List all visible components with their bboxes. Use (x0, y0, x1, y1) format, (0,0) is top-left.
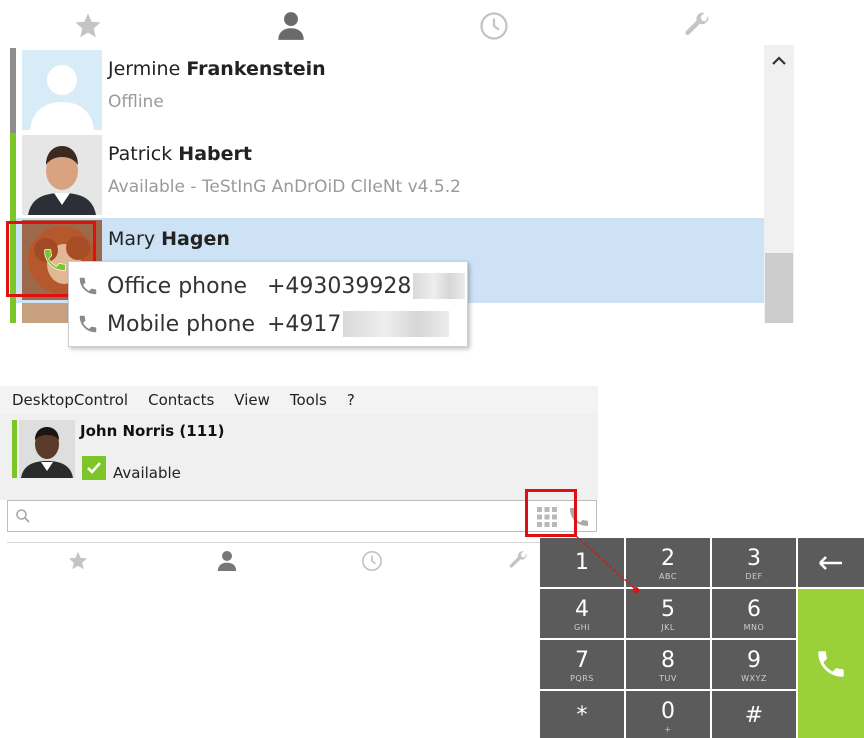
annotation-arrow (575, 535, 639, 593)
contact-photo (19, 420, 75, 478)
wrench-icon (685, 12, 709, 36)
avatar (22, 50, 102, 130)
key-digit: 5 (661, 597, 675, 622)
wrench-icon (509, 551, 527, 568)
redacted-digits (343, 311, 450, 337)
key-letters: GHI (573, 623, 591, 632)
contact-status: Offline (108, 92, 164, 112)
dial-key-3[interactable]: 3 DEF (712, 538, 796, 587)
phone-number: +4917 (267, 311, 342, 337)
status-bar (10, 48, 16, 133)
scroll-thumb[interactable] (765, 253, 793, 323)
star-icon (75, 13, 101, 38)
dial-key-hash[interactable]: # (712, 691, 796, 738)
avatar[interactable] (19, 420, 75, 478)
menu-contacts[interactable]: Contacts (148, 391, 214, 409)
menu-tools[interactable]: Tools (290, 391, 327, 409)
call-option-office[interactable]: Office phone +493039928 (77, 268, 466, 304)
contact-status: Available - TeStInG AnDrOiD ClIeNt v4.5.… (108, 177, 461, 197)
scrollbar[interactable] (764, 45, 794, 323)
status-bar (12, 420, 17, 478)
chevron-up-icon (772, 56, 786, 65)
user-name: John Norris (111) (80, 422, 225, 440)
user-panel: John Norris (111) Available (0, 414, 598, 500)
redacted-digits (413, 273, 466, 299)
phone-type: Mobile phone (107, 311, 256, 337)
tab-favorites[interactable] (68, 6, 108, 46)
dial-key-0[interactable]: 0 + (626, 691, 710, 738)
search-box (7, 500, 597, 532)
key-letters: PQRS (570, 674, 594, 683)
dial-key-6[interactable]: 6 MNO (712, 589, 796, 638)
key-digit: 8 (661, 648, 675, 673)
contact-last-name: Hagen (161, 228, 230, 250)
search-input[interactable] (38, 504, 518, 528)
status-checkbox[interactable] (82, 456, 106, 480)
search-icon (16, 509, 30, 523)
default-avatar-icon (30, 65, 94, 130)
key-digit: 4 (575, 597, 589, 622)
tab-contacts[interactable] (207, 541, 247, 581)
menu-help[interactable]: ? (347, 391, 355, 409)
contact-row[interactable]: Jermine Frankenstein Offline (10, 48, 764, 133)
tab-favorites[interactable] (58, 541, 98, 581)
key-digit: 3 (747, 546, 761, 571)
person-icon (278, 12, 304, 40)
key-letters: MNO (743, 623, 765, 632)
key-digit: * (576, 703, 588, 728)
menu-desktopcontrol[interactable]: DesktopControl (12, 391, 128, 409)
backspace-key[interactable] (798, 538, 864, 587)
dial-key-7[interactable]: 7 PQRS (540, 640, 624, 689)
clock-icon (362, 551, 382, 571)
key-letters: DEF (745, 572, 763, 581)
contact-last-name: Habert (178, 143, 252, 165)
contact-name: Jermine Frankenstein (108, 58, 326, 80)
contact-first-name: Patrick (108, 143, 173, 165)
phone-type: Office phone (107, 273, 248, 299)
user-status[interactable]: Available (113, 464, 181, 482)
phone-icon (79, 315, 97, 333)
clock-icon (480, 12, 508, 40)
checkmark-icon (87, 462, 101, 474)
key-letters: JKL (661, 623, 675, 632)
call-popup: Office phone +493039928 Mobile phone +49… (68, 261, 468, 347)
status-bar (10, 303, 16, 323)
dial-key-9[interactable]: 9 WXYZ (712, 640, 796, 689)
person-icon (217, 551, 237, 571)
tab-history[interactable] (474, 6, 514, 46)
tab-contacts[interactable] (271, 6, 311, 46)
star-icon (68, 551, 88, 570)
contact-first-name: Mary (108, 228, 156, 250)
contact-photo (22, 135, 102, 215)
tab-history[interactable] (352, 541, 392, 581)
arrow-left-icon (819, 555, 842, 570)
key-letters: WXYZ (741, 674, 767, 683)
contact-first-name: Jermine (108, 58, 181, 80)
tab-settings[interactable] (678, 6, 718, 46)
key-digit: 7 (575, 648, 589, 673)
menu-bar: DesktopControl Contacts View Tools ? (0, 386, 598, 414)
key-letters: TUV (659, 674, 677, 683)
menu-view[interactable]: View (234, 391, 270, 409)
key-digit: 9 (747, 648, 761, 673)
contact-name: Mary Hagen (108, 228, 230, 250)
call-button[interactable] (798, 589, 864, 738)
scroll-up-arrow[interactable] (769, 53, 789, 69)
phone-icon (79, 277, 97, 295)
contact-row[interactable]: Patrick Habert Available - TeStInG AnDrO… (10, 133, 764, 218)
contact-name: Patrick Habert (108, 143, 252, 165)
tab-settings[interactable] (500, 541, 538, 581)
avatar (22, 135, 102, 215)
key-digit: 0 (661, 699, 675, 724)
dial-key-8[interactable]: 8 TUV (626, 640, 710, 689)
contact-last-name: Frankenstein (186, 58, 326, 80)
key-digit: # (744, 703, 764, 728)
dial-key-star[interactable]: * (540, 691, 624, 738)
status-bar (10, 133, 16, 218)
key-digit: 6 (747, 597, 761, 622)
phone-icon (818, 650, 844, 677)
key-letters: + (664, 725, 672, 734)
phone-number: +493039928 (267, 273, 412, 299)
call-option-mobile[interactable]: Mobile phone +4917 (77, 306, 450, 342)
